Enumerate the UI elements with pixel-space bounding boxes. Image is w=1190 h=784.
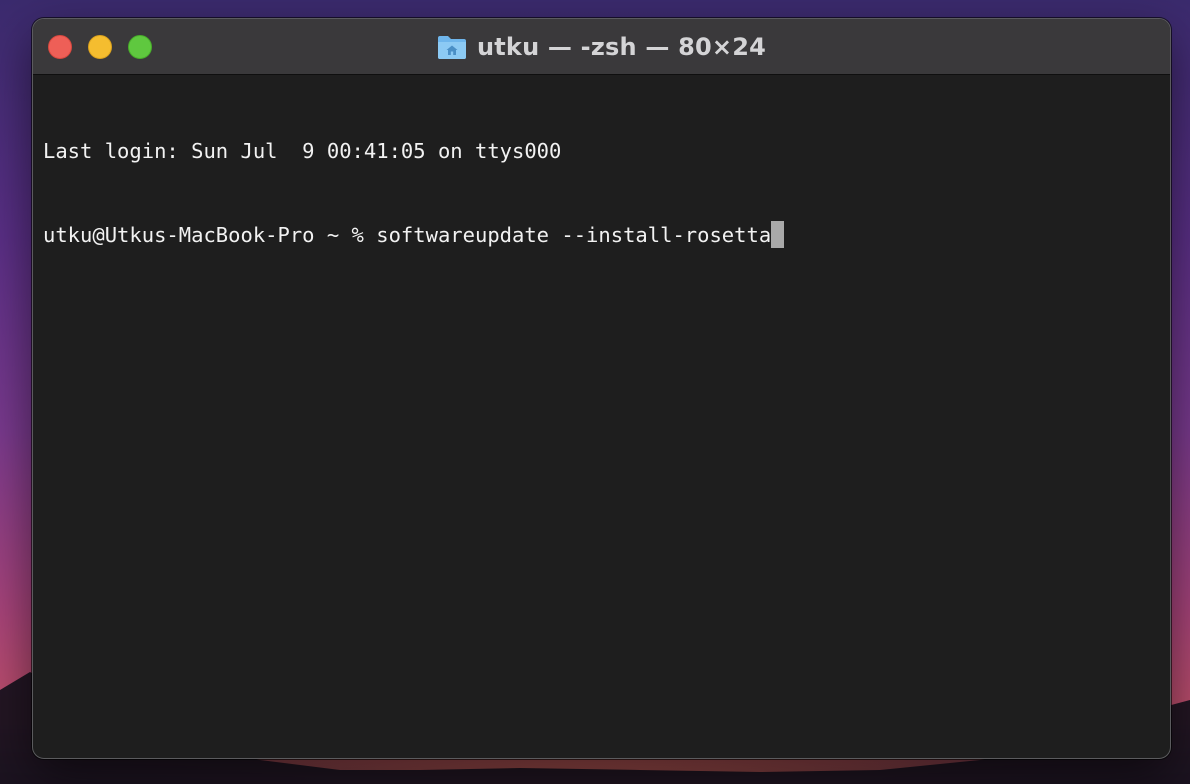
terminal-window[interactable]: utku — -zsh — 80×24 Last login: Sun Jul … <box>32 18 1171 759</box>
home-folder-icon <box>437 35 466 59</box>
window-title: utku — -zsh — 80×24 <box>476 32 767 61</box>
terminal-line: Last login: Sun Jul 9 00:41:05 on ttys00… <box>43 139 562 163</box>
title-bar[interactable]: utku — -zsh — 80×24 <box>33 19 1170 75</box>
text-cursor <box>771 221 785 248</box>
window-title-group: utku — -zsh — 80×24 <box>33 19 1170 74</box>
terminal-prompt-line[interactable]: utku@Utkus-MacBook-Pro ~ % softwareupdat… <box>43 221 1160 249</box>
terminal-command: utku@Utkus-MacBook-Pro ~ % softwareupdat… <box>43 223 772 247</box>
terminal-output[interactable]: Last login: Sun Jul 9 00:41:05 on ttys00… <box>43 81 1160 748</box>
